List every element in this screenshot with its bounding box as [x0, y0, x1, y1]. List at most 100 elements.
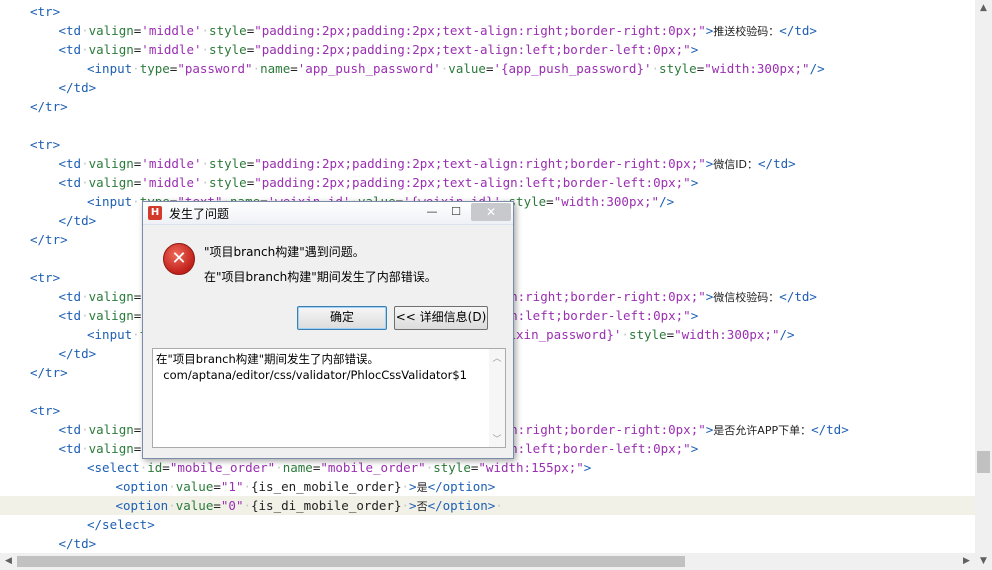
- code-token: >: [690, 308, 699, 323]
- code-token: ·: [275, 460, 283, 475]
- code-token: />: [659, 194, 675, 209]
- scroll-right-arrow-icon[interactable]: ▶: [958, 553, 975, 570]
- code-token: </td>: [58, 346, 97, 361]
- code-token: '{app_push_password}': [493, 61, 652, 76]
- code-line[interactable]: </td>: [0, 534, 975, 553]
- code-token: 'middle': [141, 23, 202, 38]
- code-token: <option: [115, 498, 169, 513]
- code-token: =: [213, 479, 221, 494]
- code-token: </option>: [427, 498, 496, 513]
- code-token: "width:300px;": [704, 61, 810, 76]
- dialog-title: 发生了问题: [169, 207, 230, 221]
- code-token: value: [175, 479, 214, 494]
- details-scroll-down-icon[interactable]: ﹀: [489, 432, 505, 445]
- details-scrollbar[interactable]: ︿ ﹀: [489, 349, 505, 447]
- code-token: valign: [88, 42, 134, 57]
- vertical-scrollbar[interactable]: ▲: [975, 0, 992, 553]
- code-token: ·: [81, 23, 89, 38]
- details-textarea[interactable]: 在"项目branch构建"期间发生了内部错误。 com/aptana/edito…: [152, 348, 506, 448]
- aptana-app-icon: H: [148, 206, 162, 220]
- horizontal-scroll-thumb[interactable]: [17, 556, 685, 567]
- code-token: "padding:2px;padding:2px;text-align:left…: [254, 42, 691, 57]
- code-token: "1": [220, 479, 244, 494]
- vertical-scroll-thumb[interactable]: [977, 451, 990, 473]
- code-token: =: [213, 498, 221, 513]
- code-line[interactable]: <td·valign='middle'·style="padding:2px;p…: [0, 21, 975, 40]
- details-button[interactable]: << 详细信息(D): [394, 306, 488, 330]
- details-text: 在"项目branch构建"期间发生了内部错误。 com/aptana/edito…: [156, 352, 467, 382]
- code-token: id: [147, 460, 163, 475]
- code-line[interactable]: <option·value="1"·{is_en_mobile_order}·>…: [0, 477, 975, 496]
- code-token: </tr>: [30, 99, 68, 114]
- code-token: "password": [177, 61, 253, 76]
- code-token: name: [282, 460, 313, 475]
- code-token: <td: [58, 441, 82, 456]
- code-token: =: [162, 460, 170, 475]
- code-line[interactable]: <td·valign='middle'·style="padding:2px;p…: [0, 173, 975, 192]
- code-token: 'app_push_password': [297, 61, 441, 76]
- minimize-icon[interactable]: —: [421, 203, 443, 221]
- code-token: <td: [58, 156, 82, 171]
- code-token: "width:155px;": [478, 460, 584, 475]
- code-line[interactable]: [0, 116, 975, 135]
- code-token: <td: [58, 289, 82, 304]
- code-token: ·: [81, 175, 89, 190]
- code-token: ·: [401, 498, 410, 513]
- code-token: <select: [87, 460, 140, 475]
- code-token: </option>: [427, 479, 496, 494]
- code-token: </tr>: [30, 365, 68, 380]
- scroll-left-arrow-icon[interactable]: ◀: [0, 553, 17, 570]
- code-line[interactable]: <select·id="mobile_order"·name="mobile_o…: [0, 458, 975, 477]
- code-line[interactable]: <tr>: [0, 135, 975, 154]
- code-token: "width:300px;": [553, 194, 660, 209]
- code-token: ·: [132, 327, 140, 342]
- code-token: ·: [132, 61, 140, 76]
- code-token: 'middle': [141, 175, 202, 190]
- code-token: />: [779, 327, 795, 342]
- code-token: 'middle': [141, 42, 202, 57]
- code-token: 是: [416, 481, 428, 494]
- code-token: <td: [58, 175, 82, 190]
- code-token: "padding:2px;padding:2px;text-align:righ…: [254, 156, 706, 171]
- code-line[interactable]: <tr>: [0, 2, 975, 21]
- details-scroll-up-icon[interactable]: ︿: [489, 351, 505, 364]
- scroll-up-arrow-icon[interactable]: ▲: [975, 0, 992, 17]
- code-token: <option: [115, 479, 169, 494]
- code-token: value: [175, 498, 214, 513]
- code-token: 'middle': [141, 156, 202, 171]
- code-token: >: [409, 498, 417, 513]
- code-token: 是否允许APP下单：: [713, 424, 812, 437]
- code-token: ·: [81, 289, 89, 304]
- code-line[interactable]: <option·value="0"·{is_di_mobile_order}·>…: [0, 496, 975, 515]
- maximize-icon[interactable]: ☐: [445, 203, 467, 221]
- code-token: valign: [88, 441, 134, 456]
- code-token: type: [139, 61, 170, 76]
- code-line[interactable]: <td·valign='middle'·style="padding:2px;p…: [0, 154, 975, 173]
- code-token: </td>: [58, 536, 97, 551]
- dialog-titlebar[interactable]: H 发生了问题 — ☐ ✕: [143, 202, 513, 225]
- code-token: =: [666, 327, 675, 342]
- code-token: <td: [58, 422, 82, 437]
- code-token: valign: [88, 23, 134, 38]
- ok-button[interactable]: 确定: [297, 306, 387, 330]
- code-token: ·: [168, 498, 176, 513]
- code-token: "mobile_order": [320, 460, 426, 475]
- scroll-down-arrow-icon[interactable]: ▼: [975, 553, 992, 570]
- code-token: ·: [201, 156, 210, 171]
- code-token: "width:300px;": [674, 327, 780, 342]
- code-line[interactable]: </tr>: [0, 97, 975, 116]
- code-token: style: [628, 327, 667, 342]
- code-line[interactable]: <input·type="password"·name='app_push_pa…: [0, 59, 975, 78]
- code-token: "0": [220, 498, 244, 513]
- code-token: </td>: [811, 422, 849, 437]
- code-line[interactable]: </select>: [0, 515, 975, 534]
- close-icon[interactable]: ✕: [471, 203, 511, 221]
- code-token: ·: [81, 42, 89, 57]
- code-token: value: [448, 61, 486, 76]
- code-token: style: [508, 194, 547, 209]
- horizontal-scrollbar[interactable]: ◀ ▶: [0, 553, 975, 570]
- code-line[interactable]: <td·valign='middle'·style="padding:2px;p…: [0, 40, 975, 59]
- error-dialog: H 发生了问题 — ☐ ✕ ✕ "项目branch构建"遇到问题。 在"项目br…: [142, 201, 514, 459]
- code-token: ·: [168, 479, 176, 494]
- code-line[interactable]: </td>: [0, 78, 975, 97]
